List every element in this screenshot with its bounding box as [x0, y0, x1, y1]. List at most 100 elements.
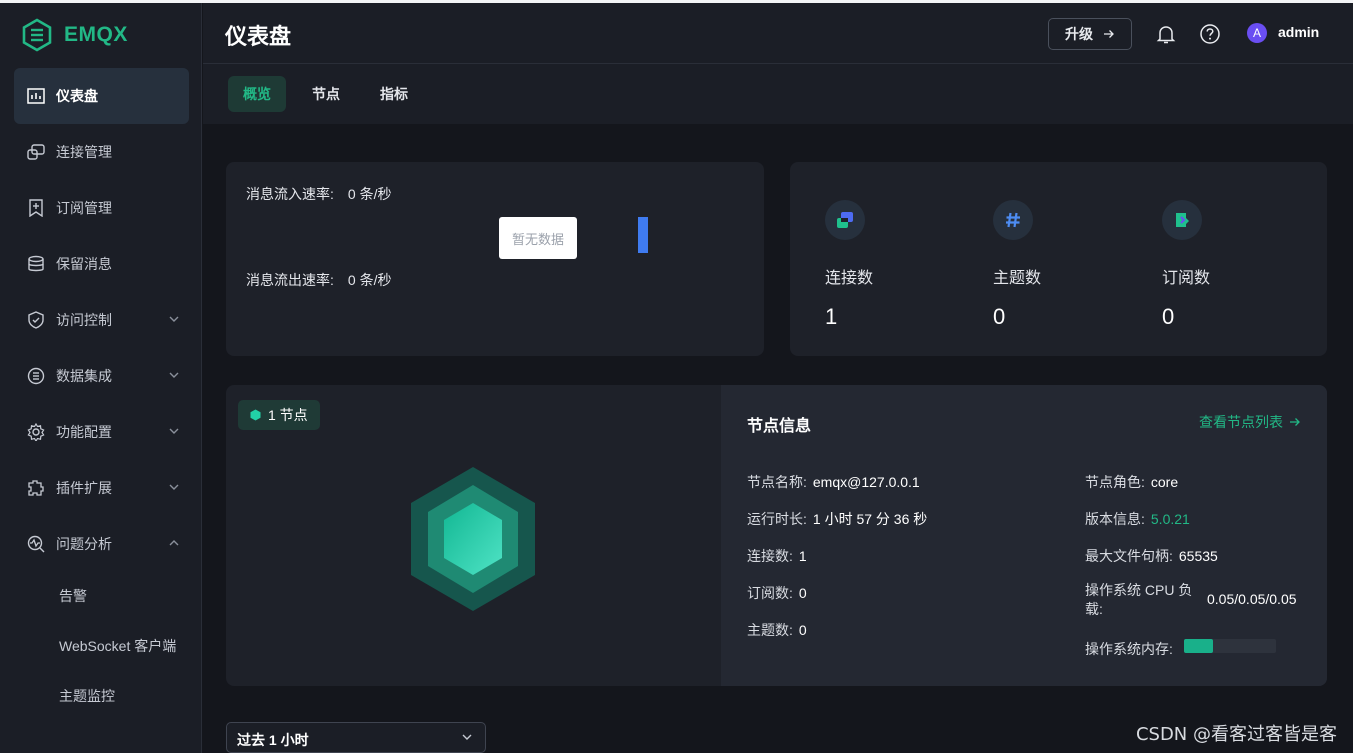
view-nodes-label: 查看节点列表: [1199, 414, 1283, 430]
time-range-select[interactable]: 过去 1 小时: [226, 722, 486, 753]
sidebar-item-diagnose[interactable]: 问题分析: [14, 516, 189, 572]
role-row: 节点角色: core: [1085, 472, 1178, 492]
rate-in-label: 消息流入速率:: [246, 186, 334, 202]
cpu-load-label: 操作系统 CPU 负载:: [1085, 582, 1193, 617]
sidebar-item-access-control[interactable]: 访问控制: [14, 292, 189, 348]
upgrade-label: 升级: [1065, 26, 1093, 42]
connections-label: 连接数:: [747, 548, 793, 564]
help-icon[interactable]: [1199, 23, 1221, 45]
diagnose-icon: [26, 534, 46, 554]
message-rate-card: 消息流入速率: 0 条/秒 消息流出速率: 0 条/秒 暂无数据: [226, 162, 764, 356]
avatar[interactable]: A: [1247, 23, 1267, 43]
shield-icon: [26, 310, 46, 330]
logo[interactable]: EMQX: [22, 17, 128, 53]
page-title: 仪表盘: [225, 24, 292, 49]
memory-progress-fill: [1184, 639, 1213, 653]
node-hexagon-graphic[interactable]: [408, 465, 538, 613]
stat-value: 1: [825, 304, 838, 329]
memory-progress-bar: [1184, 639, 1276, 653]
node-info-panel: 节点信息 查看节点列表 节点名称: emqx@127.0.0.1 运行时长: 1 小…: [721, 385, 1327, 686]
sidebar-item-dashboard[interactable]: 仪表盘: [14, 68, 189, 124]
sidebar-item-label: 保留消息: [56, 256, 112, 272]
sidebar-item-label: 访问控制: [56, 312, 112, 328]
main-content: 消息流入速率: 0 条/秒 消息流出速率: 0 条/秒 暂无数据 连接数 1 主题数…: [203, 124, 1353, 753]
sidebar-item-label: 数据集成: [56, 368, 112, 384]
sidebar-item-label: 订阅管理: [56, 200, 112, 216]
sidebar-item-subscriptions[interactable]: 订阅管理: [14, 180, 189, 236]
sidebar-item-retained[interactable]: 保留消息: [14, 236, 189, 292]
tab-metrics[interactable]: 指标: [380, 76, 408, 112]
stat-subscriptions: 订阅数 0: [1162, 200, 1302, 330]
subscriptions-row: 订阅数: 0: [747, 583, 807, 603]
max-fds-row: 最大文件句柄: 65535: [1085, 546, 1218, 566]
connections-row: 连接数: 1: [747, 546, 807, 566]
tab-bar: 概览 节点 指标: [203, 64, 1353, 124]
cpu-load-value: 0.05/0.05/0.05: [1207, 591, 1297, 607]
connection-icon: [825, 200, 865, 240]
view-nodes-link[interactable]: 查看节点列表: [1199, 412, 1301, 432]
connections-value: 1: [798, 548, 807, 564]
sidebar-item-label: 仪表盘: [56, 88, 98, 104]
rate-chart-bar: [638, 217, 648, 253]
gear-icon: [26, 422, 46, 442]
node-name-value: emqx@127.0.0.1: [812, 474, 920, 490]
plugin-icon: [26, 478, 46, 498]
version-label: 版本信息:: [1085, 511, 1145, 527]
topics-label: 主题数:: [747, 622, 793, 638]
sidebar-subitem-websocket-client[interactable]: WebSocket 客户端: [59, 636, 176, 656]
subscription-icon: [1162, 200, 1202, 240]
memory-row: 操作系统内存:: [1085, 639, 1173, 659]
uptime-row: 运行时长: 1 小时 57 分 36 秒: [747, 509, 927, 529]
node-name-row: 节点名称: emqx@127.0.0.1: [747, 472, 920, 492]
arrow-right-icon: [1104, 30, 1114, 38]
upgrade-button[interactable]: 升级: [1048, 18, 1132, 50]
node-name-label: 节点名称:: [747, 474, 807, 490]
tab-overview[interactable]: 概览: [228, 76, 286, 112]
stat-label: 主题数: [993, 270, 1042, 287]
subscriptions-value: 0: [798, 585, 807, 601]
connections-icon: [26, 142, 46, 162]
chevron-down-icon: [462, 734, 472, 740]
rate-in-row: 消息流入速率: 0 条/秒: [246, 184, 391, 204]
rate-in-value: 0 条/秒: [347, 186, 392, 202]
sidebar-subitem-alarms[interactable]: 告警: [59, 586, 87, 606]
role-value: core: [1150, 474, 1179, 490]
uptime-value: 1 小时 57 分 36 秒: [812, 511, 928, 527]
rate-out-value: 0 条/秒: [347, 272, 392, 288]
version-row: 版本信息: 5.0.21: [1085, 509, 1190, 529]
chevron-down-icon: [169, 372, 179, 378]
username[interactable]: admin: [1278, 24, 1319, 40]
stat-topics: 主题数 0: [993, 200, 1133, 330]
sidebar-subitem-topic-metrics[interactable]: 主题监控: [59, 686, 115, 706]
max-fds-label: 最大文件句柄:: [1085, 548, 1173, 564]
role-label: 节点角色:: [1085, 474, 1145, 490]
sidebar-item-data-integration[interactable]: 数据集成: [14, 348, 189, 404]
sidebar-item-label: 功能配置: [56, 424, 112, 440]
chevron-down-icon: [169, 484, 179, 490]
header: 仪表盘 升级 A admin: [203, 3, 1353, 64]
tab-nodes[interactable]: 节点: [312, 76, 340, 112]
hash-icon: [993, 200, 1033, 240]
rate-out-row: 消息流出速率: 0 条/秒: [246, 270, 391, 290]
max-fds-value: 65535: [1178, 548, 1218, 564]
sidebar-item-plugins[interactable]: 插件扩展: [14, 460, 189, 516]
node-count-badge: 1 节点: [238, 400, 320, 430]
subscriptions-label: 订阅数:: [747, 585, 793, 601]
stat-label: 连接数: [825, 270, 874, 287]
watermark: CSDN @看客过客皆是客: [1135, 724, 1337, 745]
stat-value: 0: [993, 304, 1006, 329]
topics-value: 0: [798, 622, 807, 638]
bell-icon[interactable]: [1155, 23, 1177, 45]
stat-connections: 连接数 1: [825, 200, 965, 330]
time-range-value: 过去 1 小时: [237, 732, 309, 748]
uptime-label: 运行时长:: [747, 511, 807, 527]
sidebar: EMQX 仪表盘 连接管理 订阅管理 保留消息 访问控制 数据集成 功能配置 插…: [0, 3, 202, 753]
sidebar-item-connections[interactable]: 连接管理: [14, 124, 189, 180]
brand-name: EMQX: [64, 23, 128, 46]
retained-icon: [26, 254, 46, 274]
emqx-logo-icon: [22, 18, 52, 52]
sidebar-item-configuration[interactable]: 功能配置: [14, 404, 189, 460]
sidebar-item-label: 插件扩展: [56, 480, 112, 496]
chevron-up-icon: [169, 540, 179, 546]
node-count-label: 1 节点: [268, 407, 308, 423]
